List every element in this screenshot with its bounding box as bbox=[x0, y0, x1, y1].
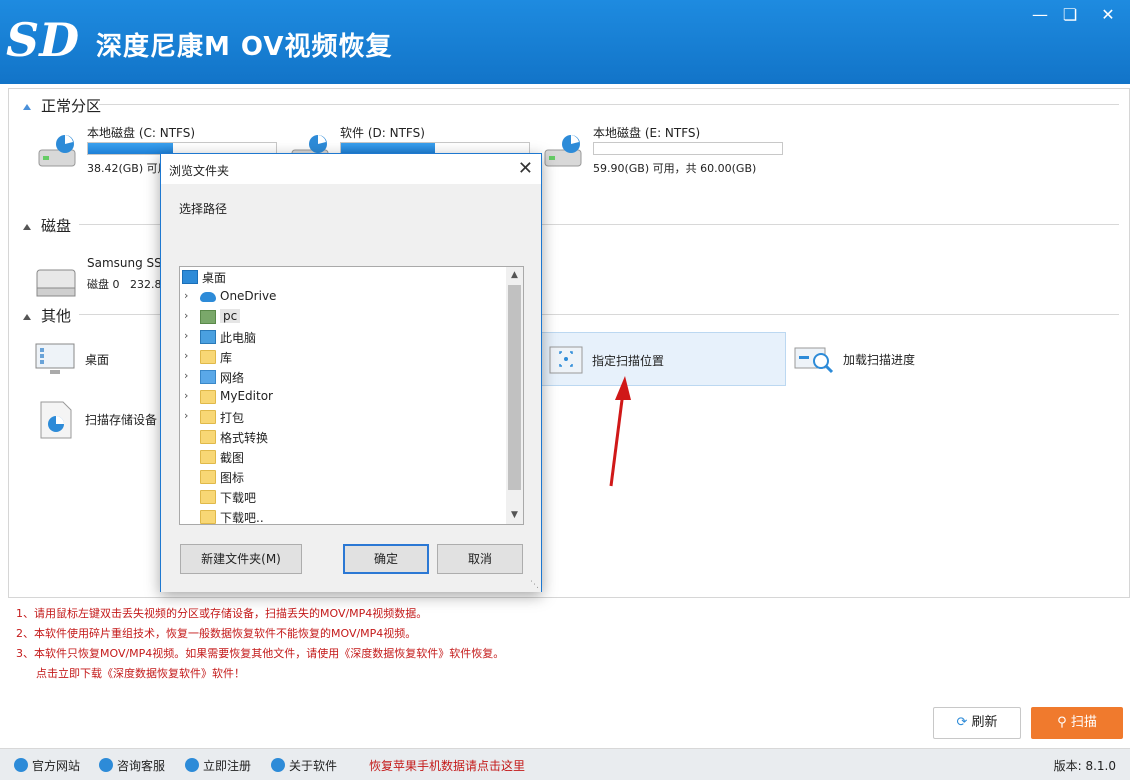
load-progress-icon bbox=[794, 347, 834, 374]
desktop-item[interactable]: 桌面 bbox=[35, 332, 175, 386]
folder-icon bbox=[200, 430, 216, 444]
storage-device-icon bbox=[40, 401, 72, 439]
title-bar: SD 深度尼康M OV视频恢复 — ❏ ✕ bbox=[0, 0, 1130, 84]
disk-icon bbox=[36, 269, 76, 297]
tree-item-icons[interactable]: 图标 bbox=[180, 467, 506, 487]
hard-drive-icon bbox=[38, 135, 76, 167]
dialog-title: 浏览文件夹 bbox=[169, 164, 230, 178]
home-icon bbox=[14, 758, 28, 772]
monitor-icon bbox=[35, 343, 75, 374]
restore-icon[interactable]: ❏ bbox=[1056, 4, 1084, 26]
dialog-prompt: 选择路径 bbox=[179, 202, 228, 216]
scroll-down-icon[interactable]: ▼ bbox=[506, 507, 523, 524]
tree-item-this-pc[interactable]: › 此电脑 bbox=[180, 327, 506, 347]
chevron-right-icon[interactable]: › bbox=[184, 329, 188, 342]
refresh-button[interactable]: ⟳ 刷新 bbox=[933, 707, 1021, 739]
collapse-icon bbox=[23, 313, 31, 320]
dialog-title-bar: 浏览文件夹 ✕ bbox=[161, 154, 541, 184]
download-link[interactable]: 点击立即下载《深度数据恢复软件》软件！ bbox=[16, 664, 504, 684]
chevron-right-icon[interactable]: › bbox=[184, 289, 188, 302]
refresh-icon: ⟳ bbox=[956, 715, 968, 730]
register-link[interactable]: 立即注册 bbox=[185, 757, 251, 774]
new-folder-button[interactable]: 新建文件夹(M) bbox=[180, 544, 302, 574]
tree-item-pack[interactable]: › 打包 bbox=[180, 407, 506, 427]
user-icon bbox=[185, 758, 199, 772]
scroll-up-icon[interactable]: ▲ bbox=[506, 267, 523, 284]
folder-icon bbox=[200, 490, 216, 504]
chevron-right-icon[interactable]: › bbox=[184, 409, 188, 422]
section-others[interactable]: 其他 bbox=[23, 305, 71, 326]
section-disks[interactable]: 磁盘 bbox=[23, 215, 71, 236]
drive-e[interactable]: 本地磁盘 (E: NTFS) 59.90(GB) 可用，共 60.00(GB) bbox=[541, 124, 801, 175]
section-normal-partitions[interactable]: 正常分区 bbox=[23, 95, 101, 116]
scan-button[interactable]: ⚲ 扫描 bbox=[1031, 707, 1123, 739]
search-icon: ⚲ bbox=[1057, 715, 1067, 730]
tree-scrollbar[interactable]: ▲ ▼ bbox=[506, 267, 523, 524]
chevron-right-icon[interactable]: › bbox=[184, 369, 188, 382]
support-link[interactable]: 咨询客服 bbox=[99, 757, 165, 774]
svg-text:SD: SD bbox=[6, 14, 79, 66]
chevron-right-icon[interactable]: › bbox=[184, 389, 188, 402]
app-logo: SD bbox=[6, 14, 79, 66]
instructions: 1、请用鼠标左键双击丢失视频的分区或存储设备，扫描丢失的MOV/MP4视频数据。… bbox=[16, 604, 504, 684]
collapse-icon bbox=[23, 223, 31, 230]
ok-button[interactable]: 确定 bbox=[343, 544, 429, 574]
folder-icon bbox=[200, 410, 216, 424]
folder-icon bbox=[200, 450, 216, 464]
close-icon[interactable]: ✕ bbox=[518, 158, 533, 179]
desktop-icon bbox=[182, 270, 198, 284]
network-icon bbox=[200, 370, 216, 384]
chat-icon bbox=[99, 758, 113, 772]
user-icon bbox=[200, 310, 216, 324]
chevron-right-icon[interactable]: › bbox=[184, 309, 188, 322]
tree-item-format[interactable]: 格式转换 bbox=[180, 427, 506, 447]
note-line: 2、本软件使用碎片重组技术，恢复一般数据恢复软件不能恢复的MOV/MP4视频。 bbox=[16, 627, 417, 640]
tree-item-onedrive[interactable]: › OneDrive bbox=[180, 287, 506, 307]
tree-item-myeditor[interactable]: › MyEditor bbox=[180, 387, 506, 407]
note-line: 1、请用鼠标左键双击丢失视频的分区或存储设备，扫描丢失的MOV/MP4视频数据。 bbox=[16, 607, 428, 620]
cloud-icon bbox=[200, 292, 216, 302]
folder-icon bbox=[200, 390, 216, 404]
annotation-arrow bbox=[609, 376, 631, 487]
app-title: 深度尼康M OV视频恢复 bbox=[96, 32, 393, 62]
folder-tree[interactable]: 桌面 › OneDrive › pc › 此电脑 › 库 › 网络 › MyEd… bbox=[179, 266, 524, 525]
scan-storage-item[interactable]: 扫描存储设备 bbox=[35, 392, 175, 446]
tree-item-download[interactable]: 下载吧 bbox=[180, 487, 506, 507]
folder-icon bbox=[200, 510, 216, 524]
close-icon[interactable]: ✕ bbox=[1094, 4, 1122, 26]
website-link[interactable]: 官方网站 bbox=[14, 757, 80, 774]
scroll-thumb[interactable] bbox=[508, 285, 521, 490]
browse-folder-dialog: 浏览文件夹 ✕ 选择路径 桌面 › OneDrive › pc › 此电脑 › … bbox=[160, 153, 542, 592]
tree-item-screenshot[interactable]: 截图 bbox=[180, 447, 506, 467]
usage-bar bbox=[593, 142, 783, 155]
divider bbox=[99, 104, 1119, 105]
tree-item-pc[interactable]: › pc bbox=[180, 307, 506, 327]
info-icon bbox=[271, 758, 285, 772]
tree-item-desktop[interactable]: 桌面 bbox=[180, 267, 506, 287]
library-icon bbox=[200, 350, 216, 364]
computer-icon bbox=[200, 330, 216, 344]
scan-location-icon bbox=[549, 346, 583, 374]
hard-drive-icon bbox=[544, 135, 582, 167]
dialog-body: 选择路径 桌面 › OneDrive › pc › 此电脑 › 库 › 网络 ›… bbox=[161, 184, 541, 592]
tree-item-library[interactable]: › 库 bbox=[180, 347, 506, 367]
chevron-right-icon[interactable]: › bbox=[184, 349, 188, 362]
status-bar: 官方网站 咨询客服 立即注册 关于软件 恢复苹果手机数据请点击这里 版本: 8.… bbox=[0, 748, 1130, 780]
collapse-icon bbox=[23, 103, 31, 110]
iphone-recovery-link[interactable]: 恢复苹果手机数据请点击这里 bbox=[369, 757, 525, 774]
version-label: 版本: 8.1.0 bbox=[1053, 759, 1116, 773]
resize-grip-icon[interactable]: ⋱ bbox=[530, 580, 539, 590]
tree-item-network[interactable]: › 网络 bbox=[180, 367, 506, 387]
cancel-button[interactable]: 取消 bbox=[437, 544, 523, 574]
load-progress-item[interactable]: 加载扫描进度 bbox=[793, 332, 953, 386]
tree-item-download-2[interactable]: 下载吧.. bbox=[180, 507, 506, 524]
specify-location-item[interactable]: 指定扫描位置 bbox=[541, 332, 786, 386]
folder-icon bbox=[200, 470, 216, 484]
minimize-icon[interactable]: — bbox=[1026, 4, 1054, 26]
about-link[interactable]: 关于软件 bbox=[271, 757, 337, 774]
note-line: 3、本软件只恢复MOV/MP4视频。如果需要恢复其他文件，请使用《深度数据恢复软… bbox=[16, 647, 505, 660]
